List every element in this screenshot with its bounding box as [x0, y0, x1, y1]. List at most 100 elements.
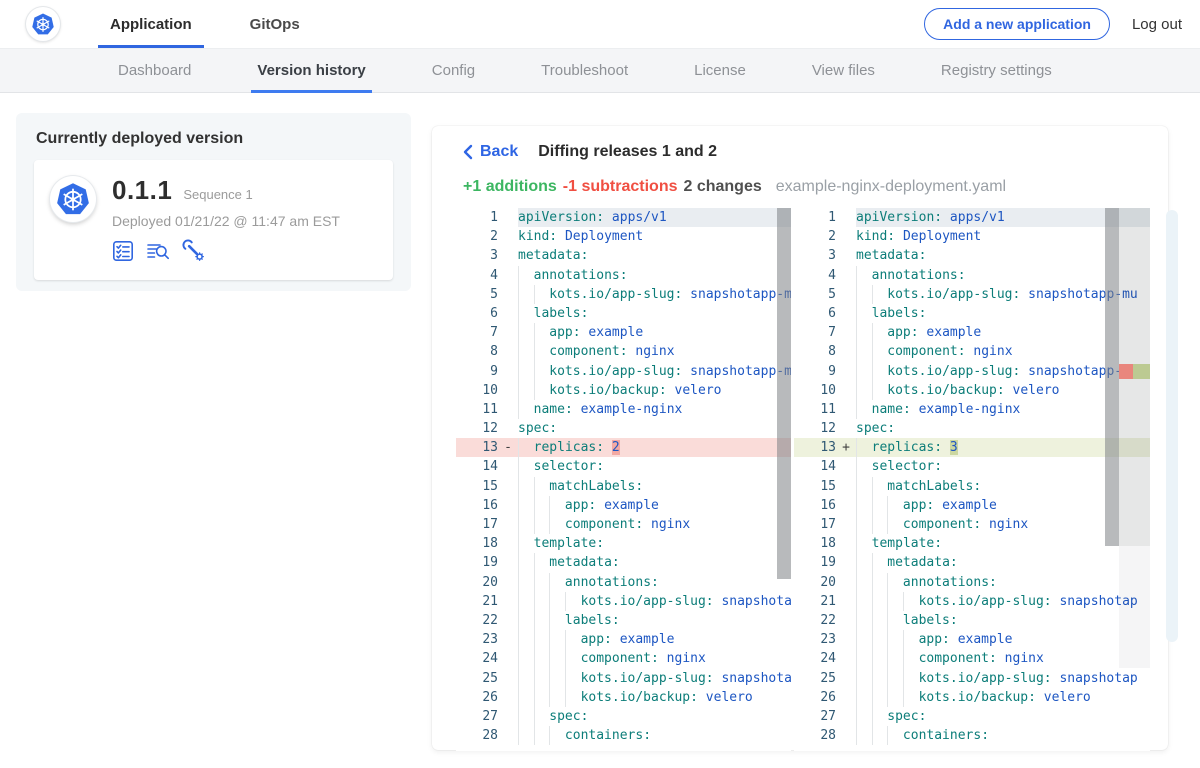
code-line: 23app: example — [456, 630, 791, 649]
back-link[interactable]: Back — [463, 143, 518, 161]
subnav-tab-dashboard[interactable]: Dashboard — [112, 49, 197, 92]
code-line: 4annotations: — [794, 266, 1150, 285]
code-line: 21kots.io/app-slug: snapshotap — [456, 592, 791, 611]
code-line: 6labels: — [794, 304, 1150, 323]
line-gutter: 14 — [794, 457, 856, 476]
line-gutter: 3 — [794, 246, 856, 265]
wrench-gear-icon[interactable] — [182, 239, 206, 263]
line-gutter: 9 — [456, 362, 518, 381]
topnav-right: Add a new application Log out — [924, 0, 1182, 48]
line-gutter: 4 — [456, 266, 518, 285]
line-gutter: 9 — [794, 362, 856, 381]
line-gutter: 12 — [794, 419, 856, 438]
line-gutter: 22 — [794, 611, 856, 630]
code-line: 5kots.io/app-slug: snapshotapp-mu — [456, 285, 791, 304]
line-gutter: 7 — [456, 323, 518, 342]
code-line: 6labels: — [456, 304, 791, 323]
code-line: 15matchLabels: — [794, 477, 1150, 496]
line-gutter: 1 — [456, 208, 518, 227]
code-line: 7app: example — [456, 323, 791, 342]
line-gutter: 3 — [456, 246, 518, 265]
code-line: 18template: — [456, 534, 791, 553]
code-line: 4annotations: — [456, 266, 791, 285]
diff-card: Back Diffing releases 1 and 2 +1 additio… — [432, 126, 1168, 750]
scrollbar-thumb[interactable] — [1105, 208, 1119, 546]
code-line: 24component: nginx — [794, 649, 1150, 668]
line-gutter: 20 — [794, 573, 856, 592]
line-gutter: 8 — [794, 342, 856, 361]
line-gutter: 21 — [456, 592, 518, 611]
code-line: 14selector: — [456, 457, 791, 476]
line-gutter: 11 — [794, 400, 856, 419]
topnav-tabs: Application GitOps — [98, 0, 312, 48]
diff-pane-new[interactable]: 1apiVersion: apps/v12kind: Deployment3me… — [794, 208, 1150, 751]
logout-button[interactable]: Log out — [1132, 16, 1182, 33]
diff-editor: 1apiVersion: apps/v12kind: Deployment3me… — [456, 208, 1150, 751]
code-line: 18template: — [794, 534, 1150, 553]
add-application-button[interactable]: Add a new application — [924, 8, 1110, 40]
logs-search-icon[interactable] — [146, 240, 170, 262]
line-gutter: 19 — [794, 553, 856, 572]
line-gutter: 13- — [456, 438, 518, 457]
scrollbar-thumb[interactable] — [777, 208, 791, 579]
code-line: 20annotations: — [456, 573, 791, 592]
line-gutter: 11 — [456, 400, 518, 419]
code-line: 15matchLabels: — [456, 477, 791, 496]
line-gutter: 6 — [794, 304, 856, 323]
line-gutter: 24 — [456, 649, 518, 668]
diff-marker-removed — [1119, 364, 1133, 379]
code-line: 11name: example-nginx — [456, 400, 791, 419]
code-line: 16app: example — [794, 496, 1150, 515]
line-gutter: 4 — [794, 266, 856, 285]
back-label: Back — [480, 143, 518, 161]
kubernetes-heptagon — [31, 12, 55, 37]
diff-pane-old[interactable]: 1apiVersion: apps/v12kind: Deployment3me… — [456, 208, 791, 751]
line-gutter: 16 — [794, 496, 856, 515]
line-gutter: 5 — [794, 285, 856, 304]
line-gutter: 7 — [794, 323, 856, 342]
line-gutter: 27 — [456, 707, 518, 726]
line-gutter: 28 — [794, 726, 856, 745]
kubernetes-heptagon — [55, 181, 91, 218]
currently-deployed-card: Currently deployed version 0.1.1 S — [16, 113, 411, 291]
code-line: 13+replicas: 3 — [794, 438, 1150, 457]
line-gutter: 23 — [456, 630, 518, 649]
code-line: 8component: nginx — [794, 342, 1150, 361]
code-line: 28containers: — [456, 726, 791, 745]
code-line: 19metadata: — [456, 553, 791, 572]
subnav-tab-version-history[interactable]: Version history — [251, 49, 371, 92]
kubernetes-logo-icon — [26, 7, 60, 41]
code-line: 3metadata: — [456, 246, 791, 265]
app-sub-nav: Dashboard Version history Config Trouble… — [0, 48, 1200, 93]
line-gutter: 26 — [794, 688, 856, 707]
tab-gitops[interactable]: GitOps — [238, 0, 312, 48]
code-line: 12spec: — [794, 419, 1150, 438]
code-line: 24component: nginx — [456, 649, 791, 668]
code-line: 25kots.io/app-slug: snapshotap — [794, 669, 1150, 688]
code-line: 27spec: — [794, 707, 1150, 726]
subnav-tab-registry-settings[interactable]: Registry settings — [935, 49, 1058, 92]
page-scrollbar-strip[interactable] — [1166, 210, 1178, 642]
code-line: 10kots.io/backup: velero — [456, 381, 791, 400]
code-line: 26kots.io/backup: velero — [794, 688, 1150, 707]
subnav-tab-license[interactable]: License — [688, 49, 752, 92]
code-line: 9kots.io/app-slug: snapshotapp-mu — [794, 362, 1150, 381]
code-line: 2kind: Deployment — [456, 227, 791, 246]
code-line: 9kots.io/app-slug: snapshotapp-mu — [456, 362, 791, 381]
deployed-version-card: 0.1.1 Sequence 1 Deployed 01/21/22 @ 11:… — [34, 160, 393, 280]
code-line: 17component: nginx — [794, 515, 1150, 534]
line-gutter: 2 — [794, 227, 856, 246]
line-gutter: 2 — [456, 227, 518, 246]
code-line: 26kots.io/backup: velero — [456, 688, 791, 707]
subnav-tab-troubleshoot[interactable]: Troubleshoot — [535, 49, 634, 92]
tab-application[interactable]: Application — [98, 0, 204, 48]
subnav-tab-view-files[interactable]: View files — [806, 49, 881, 92]
subnav-tab-config[interactable]: Config — [426, 49, 481, 92]
checklist-icon[interactable] — [112, 240, 134, 262]
line-gutter: 6 — [456, 304, 518, 323]
line-gutter: 12 — [456, 419, 518, 438]
diff-stats: +1 additions -1 subtractions 2 changes e… — [463, 177, 1150, 196]
code-line: 11name: example-nginx — [794, 400, 1150, 419]
line-gutter: 10 — [456, 381, 518, 400]
code-line: 1apiVersion: apps/v1 — [456, 208, 791, 227]
